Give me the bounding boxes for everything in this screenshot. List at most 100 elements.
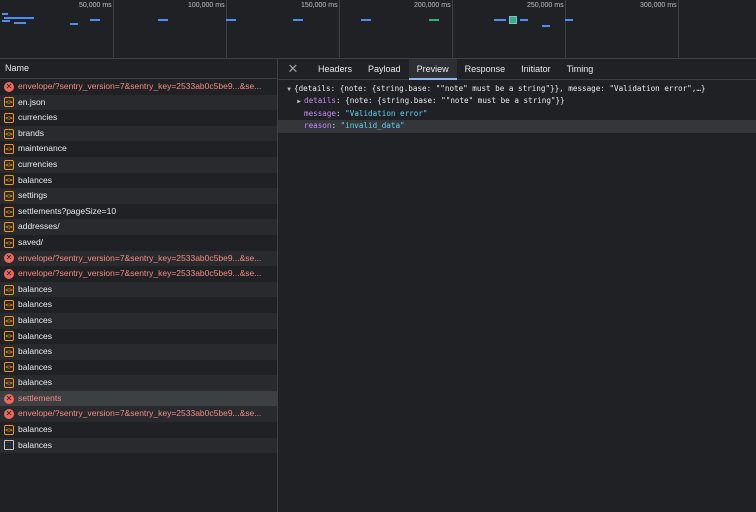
timeline-request-bar	[2, 13, 8, 15]
json-key-reason: reason	[304, 121, 332, 131]
request-row[interactable]: <> saved/	[0, 235, 277, 251]
request-row[interactable]: <> currencies	[0, 110, 277, 126]
timeline-request-bar	[361, 19, 371, 21]
fetch-xhr-icon: <>	[4, 112, 14, 123]
request-row[interactable]: ✕ envelope/?sentry_version=7&sentry_key=2…	[0, 266, 277, 282]
request-name: settings	[18, 190, 48, 201]
timeline-request-bar	[293, 19, 303, 21]
request-name: envelope/?sentry_version=7&sentry_key=25…	[18, 408, 262, 419]
request-row[interactable]: <> brands	[0, 125, 277, 142]
request-name: envelope/?sentry_version=7&sentry_key=25…	[18, 252, 262, 263]
request-row[interactable]: <> maintenance	[0, 141, 277, 157]
request-row[interactable]: <> balances	[0, 281, 277, 298]
request-row[interactable]: <> balances	[0, 312, 277, 329]
json-message-line: message: "Validation error"	[304, 108, 428, 118]
request-name: currencies	[18, 158, 58, 169]
expanded-triangle-icon[interactable]: ▼	[284, 84, 294, 95]
json-root-summary: {details: {note: {string.base: ""note" m…	[294, 84, 706, 93]
request-name: balances	[18, 424, 53, 435]
request-row[interactable]: <> balances	[0, 344, 277, 360]
tab-response[interactable]: Response	[457, 59, 514, 79]
fetch-xhr-icon: <>	[4, 346, 14, 357]
fetch-xhr-icon: <>	[4, 175, 14, 186]
tab-payload[interactable]: Payload	[360, 59, 409, 79]
request-details-panel: ✕ Headers Payload Preview Response Initi…	[278, 59, 756, 512]
timeline-request-bar	[520, 19, 528, 21]
fetch-xhr-icon: <>	[4, 362, 14, 373]
timeline-gridline	[226, 0, 227, 58]
fetch-xhr-icon: <>	[4, 159, 14, 170]
request-row[interactable]: <> currencies	[0, 156, 277, 173]
close-icon[interactable]: ✕	[284, 59, 302, 79]
request-name: settlements?pageSize=10	[18, 205, 117, 216]
request-row[interactable]: <> en.json	[0, 94, 277, 111]
request-row[interactable]: balances	[0, 437, 277, 454]
fetch-xhr-icon: <>	[4, 222, 14, 233]
request-row[interactable]: <> balances	[0, 375, 277, 391]
network-overview-timeline[interactable]: 50,000 ms 100,000 ms 150,000 ms 200,000 …	[0, 0, 756, 59]
request-row[interactable]: <> addresses/	[0, 219, 277, 235]
request-row[interactable]: ✕ settlements	[0, 390, 277, 407]
request-list-panel: Name ✕ envelope/?sentry_version=7&sentry_…	[0, 59, 278, 512]
fetch-xhr-icon: <>	[4, 378, 14, 389]
request-name: envelope/?sentry_version=7&sentry_key=25…	[18, 268, 262, 279]
request-name: balances	[18, 314, 53, 325]
error-icon: ✕	[4, 268, 14, 279]
tab-headers[interactable]: Headers	[310, 59, 360, 79]
fetch-xhr-icon: <>	[4, 284, 14, 295]
collapsed-triangle-icon[interactable]: ▶	[294, 96, 304, 107]
request-name: addresses/	[18, 221, 60, 232]
document-icon	[4, 440, 14, 451]
timeline-gridline	[565, 0, 566, 58]
request-name: balances	[18, 174, 53, 185]
fetch-xhr-icon: <>	[4, 144, 14, 155]
request-name: balances	[18, 361, 53, 372]
tab-timing[interactable]: Timing	[559, 59, 602, 79]
request-row[interactable]: <> settings	[0, 188, 277, 204]
request-row[interactable]: <> balances	[0, 329, 277, 345]
details-tabbar: ✕ Headers Payload Preview Response Initi…	[278, 59, 756, 80]
request-name: brands	[18, 127, 44, 138]
timeline-request-bar	[2, 20, 10, 22]
name-column-header[interactable]: Name	[0, 59, 277, 79]
json-value-reason: "invalid_data"	[340, 121, 405, 131]
request-row[interactable]: ✕ envelope/?sentry_version=7&sentry_key=2…	[0, 406, 277, 423]
request-row[interactable]: ✕ envelope/?sentry_version=7&sentry_key=2…	[0, 79, 277, 95]
fetch-xhr-icon: <>	[4, 315, 14, 326]
request-row[interactable]: <> balances	[0, 360, 277, 376]
error-icon: ✕	[4, 409, 14, 420]
timeline-request-bar	[429, 19, 439, 21]
timeline-gridline	[452, 0, 453, 58]
request-name: maintenance	[18, 143, 67, 154]
timeline-request-bar	[90, 19, 100, 21]
error-icon: ✕	[4, 393, 14, 404]
request-name: balances	[18, 377, 53, 388]
timeline-tick-label: 250,000 ms	[527, 2, 564, 9]
timeline-request-bar	[542, 25, 550, 27]
fetch-xhr-icon: <>	[4, 424, 14, 435]
request-row[interactable]: ✕ envelope/?sentry_version=7&sentry_key=2…	[0, 250, 277, 267]
tab-preview[interactable]: Preview	[408, 59, 457, 80]
request-row[interactable]: <> balances	[0, 297, 277, 313]
json-details-line[interactable]: ▶ details: {note: {string.base: ""note" m…	[278, 95, 756, 107]
timeline-request-bar	[494, 19, 506, 21]
request-list: ✕ envelope/?sentry_version=7&sentry_key=2…	[0, 79, 277, 454]
fetch-xhr-icon: <>	[4, 128, 14, 139]
fetch-xhr-icon: <>	[4, 97, 14, 108]
request-name: balances	[18, 330, 53, 341]
request-name: settlements	[18, 392, 62, 403]
tab-initiator[interactable]: Initiator	[513, 59, 559, 79]
fetch-xhr-icon: <>	[4, 331, 14, 342]
json-root-line[interactable]: ▼ {details: {note: {string.base: ""note" …	[278, 83, 756, 95]
request-row[interactable]: <> settlements?pageSize=10	[0, 204, 277, 220]
request-name: currencies	[18, 112, 58, 123]
timeline-request-bar	[158, 19, 168, 21]
timeline-tick-label: 300,000 ms	[640, 2, 677, 9]
request-row[interactable]: <> balances	[0, 173, 277, 189]
timeline-tick-label: 50,000 ms	[79, 2, 112, 9]
json-key-details: details	[304, 96, 337, 106]
fetch-xhr-icon: <>	[4, 300, 14, 311]
error-icon: ✕	[4, 81, 14, 92]
request-row[interactable]: <> balances	[0, 422, 277, 438]
request-name: balances	[18, 346, 53, 357]
